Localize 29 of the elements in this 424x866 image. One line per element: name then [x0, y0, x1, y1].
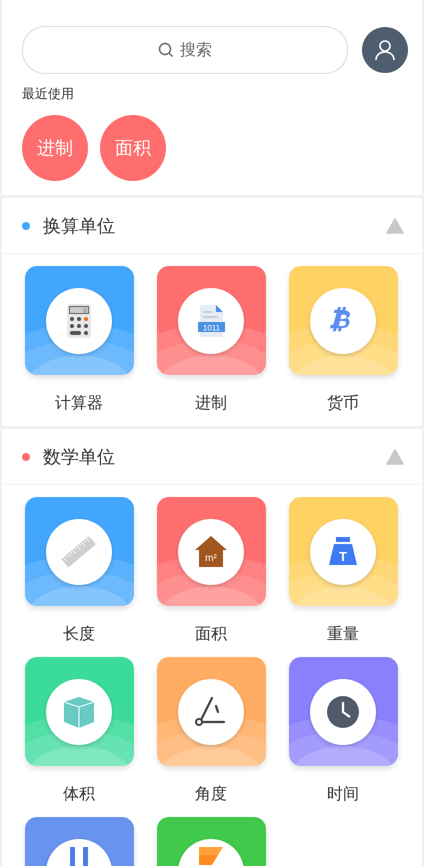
- section-title: 数学单位: [43, 446, 116, 468]
- user-icon: [373, 38, 397, 62]
- collapse-toggle[interactable]: [386, 216, 404, 234]
- section-title: 换算单位: [43, 214, 116, 238]
- search-placeholder: 搜索: [180, 40, 212, 60]
- tool-tile[interactable]: [24, 657, 134, 766]
- recent-title: 最近使用: [22, 86, 75, 103]
- tile-label: 体积: [63, 784, 95, 805]
- recent-item[interactable]: 面积: [100, 115, 166, 181]
- tile-label: 重量: [327, 624, 359, 645]
- tool-tile[interactable]: [24, 497, 134, 606]
- tool-tile[interactable]: T: [288, 497, 398, 606]
- tool-tile[interactable]: [288, 657, 398, 766]
- tool-tile[interactable]: 1011: [156, 266, 266, 375]
- search-field[interactable]: 搜索: [22, 26, 348, 74]
- collapse-toggle[interactable]: [386, 448, 404, 466]
- search-icon: [158, 42, 174, 58]
- tile-label: 货币: [327, 393, 359, 414]
- tile-label: 面积: [195, 624, 227, 645]
- tile-label: 长度: [63, 624, 95, 645]
- tool-tile[interactable]: m²: [156, 497, 266, 606]
- tile-label: 时间: [327, 784, 359, 805]
- avatar-button[interactable]: [362, 27, 408, 73]
- tile-label: 进制: [195, 393, 227, 414]
- recent-item[interactable]: 进制: [22, 115, 88, 181]
- tile-label: 计算器: [55, 393, 103, 414]
- tool-tile[interactable]: [156, 657, 266, 766]
- tool-tile[interactable]: [288, 266, 398, 375]
- tile-label: 角度: [195, 784, 227, 805]
